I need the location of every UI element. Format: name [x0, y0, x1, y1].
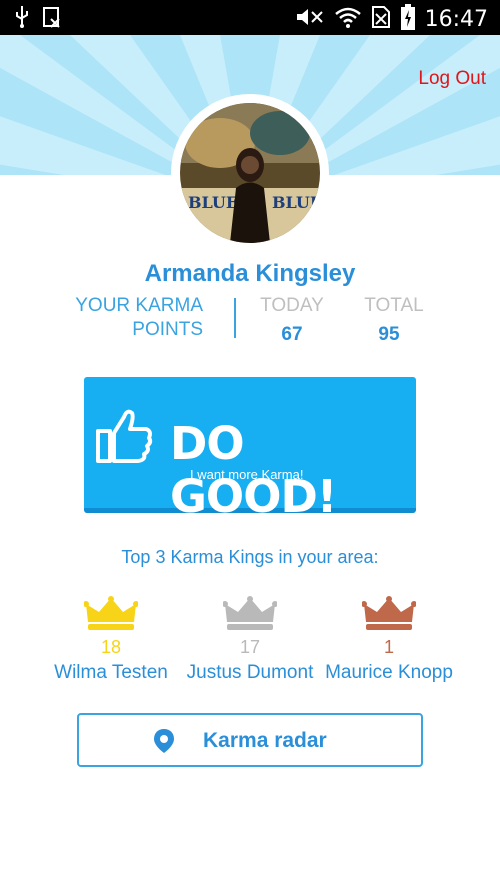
status-bar: 16:47 [0, 0, 500, 35]
gold-crown-icon [83, 596, 139, 634]
do-good-button[interactable]: DO GOOD! I want more Karma! [84, 377, 416, 523]
king-count: 17 [239, 637, 261, 657]
avatar[interactable]: BLUE BLUE [180, 103, 320, 243]
screenshot-icon [42, 6, 62, 33]
king-item[interactable]: 17 Justus Dumont [175, 596, 325, 684]
thumbs-up-icon [94, 405, 154, 470]
karma-points-label: YOUR KARMA POINTS [33, 294, 203, 342]
usb-icon [14, 6, 30, 33]
profile-name: Armanda Kingsley [144, 260, 356, 287]
wifi-icon [334, 6, 361, 33]
location-pin-icon [153, 728, 175, 759]
king-item[interactable]: 18 Wilma Testen [36, 596, 186, 684]
logout-link[interactable]: Log Out [418, 68, 486, 90]
karma-radar-button[interactable]: Karma radar [77, 713, 423, 767]
karma-divider [234, 298, 236, 338]
svg-text:BLUE: BLUE [188, 193, 238, 212]
karma-radar-label: Karma radar [203, 729, 327, 752]
king-item[interactable]: 1 Maurice Knopp [314, 596, 464, 684]
king-name: Wilma Testen [54, 662, 168, 683]
king-count: 18 [100, 637, 122, 657]
clock: 16:47 [424, 7, 488, 32]
total-label: TOTAL [364, 295, 424, 316]
karma-label-line1: YOUR KARMA [75, 295, 203, 316]
king-name: Justus Dumont [186, 662, 314, 683]
today-value: 67 [281, 324, 303, 345]
karma-kings-title: Top 3 Karma Kings in your area: [121, 547, 379, 567]
silver-crown-icon [222, 596, 278, 634]
total-value: 95 [378, 324, 400, 345]
bronze-crown-icon [361, 596, 417, 634]
no-sim-icon [371, 5, 391, 34]
king-count: 1 [383, 637, 394, 657]
karma-label-line2: POINTS [132, 319, 203, 340]
mute-icon [295, 6, 325, 33]
today-label: TODAY [260, 295, 324, 316]
do-good-subtitle: I want more Karma! [190, 467, 304, 482]
battery-icon [400, 4, 415, 35]
king-name: Maurice Knopp [325, 662, 453, 683]
